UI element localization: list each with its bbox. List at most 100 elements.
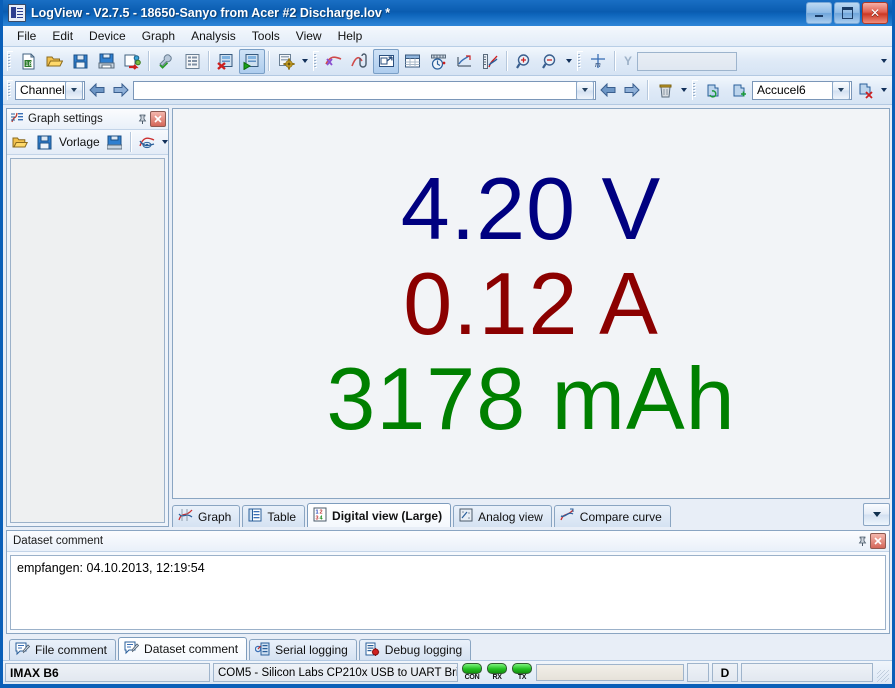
tab-file-comment[interactable]: File comment bbox=[9, 639, 117, 660]
close-button[interactable]: ✕ bbox=[862, 2, 888, 24]
toolbar-grip[interactable] bbox=[577, 51, 583, 71]
graph-settings-overflow-button[interactable] bbox=[159, 131, 171, 154]
dataset-toolbar-overflow-button[interactable] bbox=[678, 79, 690, 102]
status-small-panel bbox=[687, 663, 709, 682]
dataset-next-button[interactable] bbox=[620, 78, 644, 103]
y-value-input[interactable] bbox=[637, 51, 738, 71]
view-tab-strip: Graph Table 1 2 3 4 Digital view (Large)… bbox=[172, 499, 890, 527]
tab-analog-view-label: Analog view bbox=[478, 509, 543, 524]
channel-select-arrow[interactable] bbox=[65, 80, 83, 100]
maximize-button[interactable] bbox=[834, 2, 860, 24]
logview-app-icon bbox=[8, 4, 26, 22]
status-device: IMAX B6 bbox=[5, 663, 210, 682]
dataset-select[interactable] bbox=[133, 80, 596, 100]
toolbar-separator bbox=[208, 51, 210, 71]
menu-analysis[interactable]: Analysis bbox=[183, 27, 244, 45]
zoom-out-icon[interactable] bbox=[537, 49, 563, 74]
scale-axis-icon[interactable] bbox=[451, 49, 477, 74]
save-file-icon[interactable] bbox=[67, 49, 93, 74]
menu-tools[interactable]: Tools bbox=[244, 27, 288, 45]
toolbar-separator bbox=[268, 51, 270, 71]
open-file-icon[interactable] bbox=[41, 49, 67, 74]
resize-grip[interactable] bbox=[876, 669, 890, 683]
dataset-prev-button[interactable] bbox=[596, 78, 620, 103]
chevron-down-icon bbox=[872, 511, 881, 517]
save-template-icon[interactable] bbox=[32, 131, 56, 154]
time-axis-icon[interactable] bbox=[425, 49, 451, 74]
led-rx: RX bbox=[486, 662, 508, 683]
dataset-comment-text[interactable]: empfangen: 04.10.2013, 12:19:54 bbox=[10, 555, 886, 630]
tab-digital-view-large-label: Digital view (Large) bbox=[332, 508, 443, 523]
remove-device-icon[interactable] bbox=[852, 78, 878, 103]
tab-debug-logging[interactable]: Debug logging bbox=[358, 639, 472, 660]
chevron-down-icon bbox=[71, 88, 77, 92]
capacity-reading: 3178 mAh bbox=[326, 349, 736, 449]
svg-text:m: m bbox=[595, 60, 601, 69]
refresh-device-icon[interactable] bbox=[700, 78, 726, 103]
toolbar-grip[interactable] bbox=[7, 80, 13, 100]
channel-select[interactable]: Channel1 bbox=[15, 80, 85, 100]
digital-numbers-icon: 1 2 3 4 bbox=[313, 507, 327, 525]
menu-graph[interactable]: Graph bbox=[134, 27, 183, 45]
stop-record-icon[interactable] bbox=[213, 49, 239, 74]
zoom-in-icon[interactable] bbox=[511, 49, 537, 74]
delete-dataset-icon[interactable] bbox=[652, 78, 678, 103]
tab-compare-curve[interactable]: Compare curve bbox=[553, 505, 671, 527]
led-tx: TX bbox=[511, 662, 533, 683]
tab-analog-view[interactable]: Analog view bbox=[453, 505, 552, 527]
new-file-icon[interactable]: 10 bbox=[15, 49, 41, 74]
device-select[interactable]: Accucel6 bbox=[752, 80, 852, 100]
graph-settings-icon bbox=[10, 111, 24, 127]
file-comment-icon bbox=[15, 642, 31, 659]
export-icon[interactable] bbox=[119, 49, 145, 74]
configure-device-icon[interactable] bbox=[273, 49, 299, 74]
status-bar: IMAX B6 COM5 - Silicon Labs CP210x USB t… bbox=[3, 660, 892, 684]
toolbar-grip[interactable] bbox=[7, 51, 13, 71]
tab-table[interactable]: Table bbox=[242, 505, 306, 527]
menu-file[interactable]: File bbox=[9, 27, 44, 45]
table-grid-icon[interactable] bbox=[399, 49, 425, 74]
tab-digital-view-large[interactable]: 1 2 3 4 Digital view (Large) bbox=[307, 503, 452, 527]
measure-icon[interactable] bbox=[477, 49, 503, 74]
toolbar-separator bbox=[506, 51, 508, 71]
attach-curve-icon[interactable] bbox=[347, 49, 373, 74]
close-icon[interactable] bbox=[870, 533, 886, 549]
clear-curve-icon[interactable] bbox=[321, 49, 347, 74]
prev-dataset-button[interactable] bbox=[85, 78, 109, 103]
pin-icon[interactable] bbox=[135, 112, 149, 126]
save-print-icon[interactable] bbox=[93, 49, 119, 74]
pin-icon[interactable] bbox=[855, 534, 869, 548]
close-icon[interactable] bbox=[150, 111, 166, 127]
toolbar-grip[interactable] bbox=[692, 80, 698, 100]
device-toolbar-overflow-button[interactable] bbox=[878, 79, 890, 102]
device-select-arrow[interactable] bbox=[832, 80, 850, 100]
minimize-button[interactable] bbox=[806, 2, 832, 24]
dataset-select-arrow[interactable] bbox=[576, 80, 594, 100]
menu-view[interactable]: View bbox=[288, 27, 330, 45]
led-connection: CON bbox=[461, 662, 483, 683]
tab-graph-label: Graph bbox=[198, 509, 232, 524]
graph-toolbar-overflow-button[interactable] bbox=[563, 50, 575, 73]
save-as-template-icon[interactable] bbox=[103, 131, 127, 154]
next-dataset-button[interactable] bbox=[109, 78, 133, 103]
tab-serial-logging[interactable]: Serial logging bbox=[249, 639, 357, 660]
app-window: LogView - V2.7.5 - 18650-Sanyo from Acer… bbox=[0, 0, 895, 688]
add-device-icon[interactable] bbox=[726, 78, 752, 103]
tab-graph[interactable]: Graph bbox=[172, 505, 241, 527]
toolbar-grip[interactable] bbox=[313, 51, 319, 71]
tab-dataset-comment[interactable]: Dataset comment bbox=[118, 637, 248, 660]
menu-device[interactable]: Device bbox=[81, 27, 134, 45]
start-record-icon[interactable] bbox=[239, 48, 265, 74]
curve-properties-icon[interactable] bbox=[135, 131, 159, 154]
menu-edit[interactable]: Edit bbox=[44, 27, 81, 45]
open-template-icon[interactable] bbox=[8, 131, 32, 154]
slope-cursor-icon[interactable]: m bbox=[585, 49, 611, 74]
view-tab-scroll-button[interactable] bbox=[863, 502, 890, 526]
settings-wrench-icon[interactable] bbox=[153, 49, 179, 74]
toolbar-overflow-button[interactable] bbox=[299, 50, 311, 73]
device-list-icon[interactable] bbox=[179, 49, 205, 74]
cursor-toolbar-overflow-button[interactable] bbox=[878, 50, 890, 73]
zoom-window-icon[interactable] bbox=[373, 48, 399, 74]
menu-help[interactable]: Help bbox=[330, 27, 371, 45]
channel-select-value: Channel1 bbox=[20, 83, 65, 97]
